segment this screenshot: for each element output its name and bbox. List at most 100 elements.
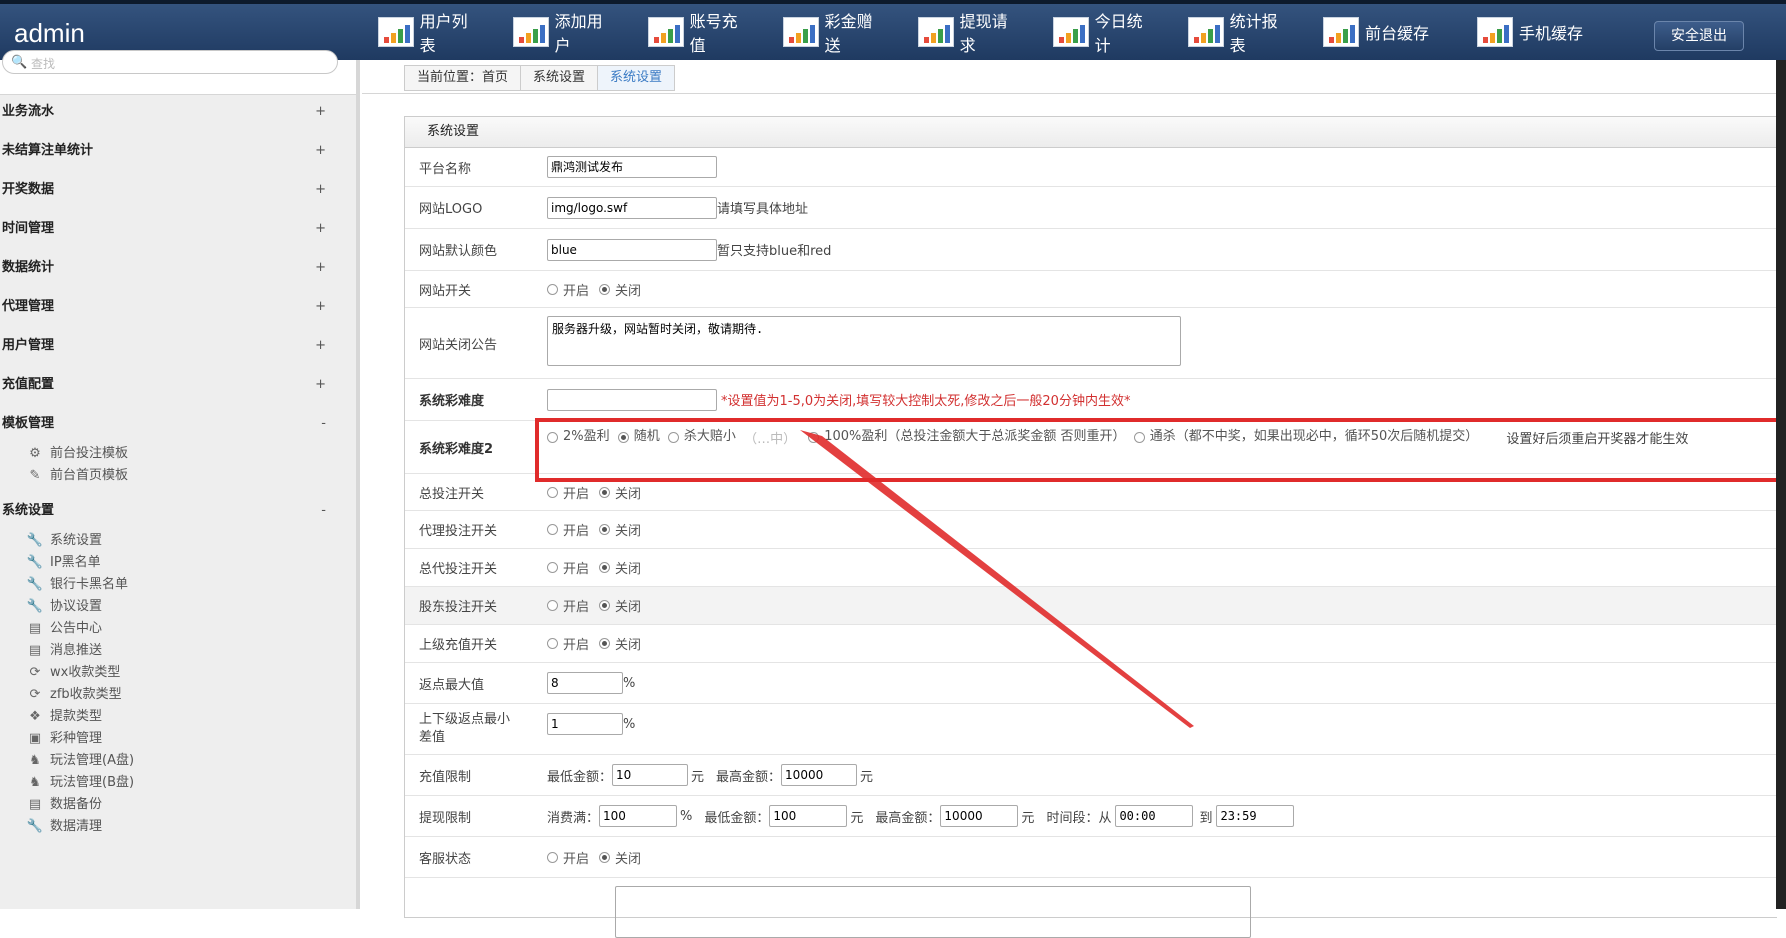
breadcrumb-home[interactable]: 当前位置：首页: [404, 65, 522, 91]
nav-item-6[interactable]: 统计报表: [1172, 4, 1307, 60]
expand-toggle-icon[interactable]: +: [315, 131, 326, 170]
color-input[interactable]: blue: [547, 238, 717, 261]
chart-icon: [783, 17, 819, 47]
unit-label: %: [680, 808, 693, 824]
partial-textarea[interactable]: [615, 886, 1251, 938]
nav-item-4[interactable]: 提现请求: [902, 4, 1037, 60]
nav-label: 提现请求: [959, 12, 1008, 55]
site-close-radio[interactable]: 关闭: [599, 280, 641, 299]
nav-label: 添加用户: [554, 12, 603, 55]
sidebar-subitem[interactable]: 🔧 数据清理: [26, 816, 340, 838]
sidebar-group[interactable]: 开奖数据 +: [0, 170, 340, 209]
sidebar-subitem[interactable]: ♞ 玩法管理(A盘): [26, 750, 340, 772]
expand-toggle-icon[interactable]: +: [315, 326, 326, 365]
agent-bet-close-radio[interactable]: 关闭: [599, 520, 641, 539]
expand-toggle-icon[interactable]: +: [315, 365, 326, 404]
sidebar-subitem[interactable]: ▤ 数据备份: [26, 794, 340, 816]
recharge-max-input[interactable]: 10000: [781, 764, 858, 786]
nav-label: 统计报表: [1229, 12, 1278, 55]
radio-label: 开启: [563, 524, 590, 539]
general-agent-bet-open-radio[interactable]: 开启: [547, 558, 589, 577]
recharge-min-input[interactable]: 10: [612, 764, 689, 786]
chart-icon: [513, 17, 549, 47]
sidebar-group[interactable]: 业务流水 +: [0, 92, 340, 131]
logout-button[interactable]: 安全退出: [1654, 21, 1744, 51]
total-bet-close-radio[interactable]: 关闭: [599, 483, 641, 502]
logo-input[interactable]: img/logo.swf: [547, 196, 717, 219]
expand-toggle-icon[interactable]: +: [315, 170, 326, 209]
expand-toggle-icon[interactable]: +: [315, 287, 326, 326]
sidebar-subitem-label: 玩法管理(A盘): [50, 753, 135, 768]
chart-icon: [648, 17, 684, 47]
sidebar-group[interactable]: 用户管理 +: [0, 326, 340, 365]
sidebar-group[interactable]: 代理管理 +: [0, 287, 340, 326]
field-label: 网站默认颜色: [419, 244, 498, 259]
expand-toggle-icon[interactable]: +: [315, 209, 326, 248]
total-bet-open-radio[interactable]: 开启: [547, 483, 589, 502]
nav-item-0[interactable]: 用户列表: [362, 4, 497, 60]
withdraw-consume-input[interactable]: 100: [599, 805, 678, 827]
general-agent-bet-close-radio[interactable]: 关闭: [599, 558, 641, 577]
agent-bet-open-radio[interactable]: 开启: [547, 520, 589, 539]
field-label: 返点最大值: [419, 677, 485, 693]
sidebar-subitem[interactable]: ♞ 玩法管理(B盘): [26, 772, 340, 794]
withdraw-from-input[interactable]: 00:00: [1115, 805, 1194, 827]
expand-toggle-icon[interactable]: +: [315, 248, 326, 287]
sidebar-subitem-label: 数据备份: [50, 797, 103, 812]
breadcrumb-bar: 当前位置：首页 系统设置 系统设置: [362, 60, 1776, 94]
sidebar-subitem[interactable]: ▤ 消息推送: [26, 640, 340, 662]
expand-toggle-icon[interactable]: +: [315, 92, 326, 131]
sidebar-subitem[interactable]: 🔧 银行卡黑名单: [26, 574, 340, 596]
sidebar-group[interactable]: 未结算注单统计 +: [0, 131, 340, 170]
shareholder-bet-open-radio[interactable]: 开启: [547, 596, 589, 615]
nav-item-2[interactable]: 账号充值: [632, 4, 767, 60]
nav-item-5[interactable]: 今日统计: [1037, 4, 1172, 60]
shareholder-bet-close-radio[interactable]: 关闭: [599, 596, 641, 615]
max-rebate-input[interactable]: 8: [547, 672, 623, 694]
nav-label: 手机缓存: [1519, 24, 1584, 43]
withdraw-max-input[interactable]: 10000: [940, 805, 1019, 827]
withdraw-min-input[interactable]: 100: [769, 805, 848, 827]
cs-close-radio[interactable]: 关闭: [599, 848, 641, 867]
sidebar-subitem[interactable]: ✎ 前台首页模板: [26, 465, 340, 487]
sidebar-subitem[interactable]: ⟳ wx收款类型: [26, 662, 340, 684]
sidebar-group[interactable]: 充值配置 +: [0, 365, 340, 404]
collapse-toggle-icon[interactable]: -: [321, 491, 326, 530]
radio-dot: [547, 851, 558, 863]
nav-item-3[interactable]: 彩金赠送: [767, 4, 902, 60]
difficulty-input[interactable]: [547, 388, 717, 411]
site-open-radio[interactable]: 开启: [547, 280, 589, 299]
withdraw-to-input[interactable]: 23:59: [1216, 805, 1295, 827]
cs-open-radio[interactable]: 开启: [547, 848, 589, 867]
nav-item-1[interactable]: 添加用户: [497, 4, 632, 60]
sidebar-subitem[interactable]: 🔧 IP黑名单: [26, 552, 340, 574]
sidebar-search-input[interactable]: 🔍 查找: [2, 50, 338, 74]
nav-item-7[interactable]: 前台缓存: [1307, 4, 1461, 60]
row-general-agent-bet: 总代投注开关 开启 关闭: [405, 549, 1777, 587]
radio-dot: [547, 486, 558, 498]
sidebar-group-label: 代理管理: [2, 299, 55, 314]
close-notice-textarea[interactable]: 服务器升级，网站暂时关闭，敬请期待.: [547, 316, 1181, 366]
sidebar-subitem[interactable]: 🔧 协议设置: [26, 596, 340, 618]
min-rebate-diff-input[interactable]: 1: [547, 713, 623, 735]
sidebar-subitem[interactable]: ▤ 公告中心: [26, 618, 340, 640]
sidebar-group[interactable]: 数据统计 +: [0, 248, 340, 287]
sidebar-subitem-label: 提款类型: [50, 709, 103, 724]
nav-item-8[interactable]: 手机缓存: [1461, 4, 1605, 60]
upper-recharge-close-radio[interactable]: 关闭: [599, 634, 641, 653]
expand-toggle-icon[interactable]: -: [321, 404, 326, 443]
sidebar-subitem[interactable]: ▣ 彩种管理: [26, 728, 340, 750]
sidebar-subitem[interactable]: 🔧 系统设置: [26, 530, 340, 552]
sidebar-group-system[interactable]: 系统设置 -: [0, 491, 340, 530]
sidebar-group[interactable]: 时间管理 +: [0, 209, 340, 248]
radio-dot: [599, 524, 611, 535]
sidebar-subitem[interactable]: ❖ 提款类型: [26, 706, 340, 728]
row-close-notice: 网站关闭公告 服务器升级，网站暂时关闭，敬请期待.: [405, 308, 1777, 379]
field-label: 提现限制: [419, 810, 472, 826]
upper-recharge-open-radio[interactable]: 开启: [547, 634, 589, 653]
sidebar-subitem[interactable]: ⚙ 前台投注模板: [26, 443, 340, 465]
breadcrumb-system[interactable]: 系统设置: [520, 65, 599, 91]
sidebar-group[interactable]: 模板管理 -: [0, 404, 340, 443]
sidebar-subitem[interactable]: ⟳ zfb收款类型: [26, 684, 340, 706]
platform-name-input[interactable]: 鼎鸿测试发布: [547, 156, 717, 178]
